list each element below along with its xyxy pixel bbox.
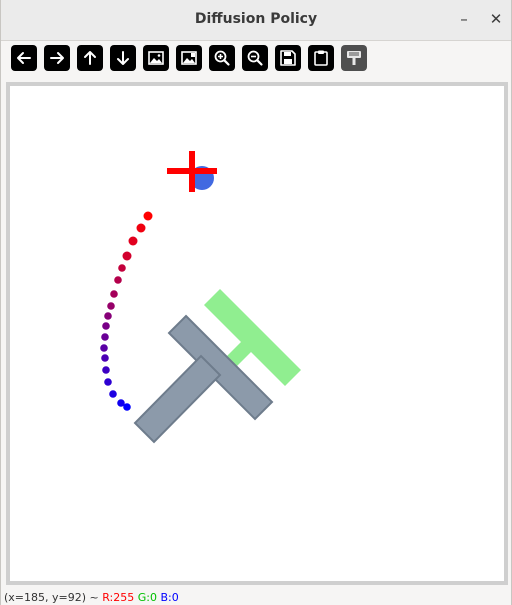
arrow-down-icon bbox=[117, 51, 129, 65]
zoom-image-button[interactable] bbox=[143, 45, 169, 71]
trajectory-point bbox=[102, 366, 110, 374]
arrow-right-icon bbox=[50, 52, 64, 64]
cursor-coordinates: (x=185, y=92) ~ bbox=[4, 591, 99, 604]
save-icon bbox=[280, 50, 296, 66]
app-window: Diffusion Policy – ✕ (x=185, y=92) ~ R:2… bbox=[0, 0, 512, 605]
status-bar: (x=185, y=92) ~ R:255 G:0 B:0 bbox=[4, 591, 179, 605]
t-block-stem bbox=[133, 354, 222, 444]
action-trajectory bbox=[100, 211, 153, 411]
copy-button[interactable] bbox=[308, 45, 334, 71]
zoom-out-button[interactable] bbox=[242, 45, 268, 71]
trajectory-point bbox=[104, 378, 112, 386]
zoom-in-icon bbox=[214, 50, 230, 66]
trajectory-point bbox=[128, 236, 138, 246]
trajectory-point bbox=[143, 211, 153, 221]
brush-icon bbox=[347, 51, 361, 65]
toolbar bbox=[11, 45, 367, 71]
pan-up-button[interactable] bbox=[77, 45, 103, 71]
pixel-red-value: R:255 bbox=[102, 591, 135, 604]
trajectory-point bbox=[117, 399, 125, 407]
clipboard-icon bbox=[314, 50, 328, 66]
trajectory-point bbox=[102, 322, 110, 330]
image-icon bbox=[148, 51, 164, 65]
arrow-left-icon bbox=[17, 52, 31, 64]
minimize-button[interactable]: – bbox=[453, 8, 475, 30]
trajectory-point bbox=[104, 312, 112, 320]
zoom-out-icon bbox=[247, 50, 263, 66]
trajectory-point bbox=[122, 251, 132, 261]
trajectory-point bbox=[136, 223, 146, 233]
window-title: Diffusion Policy bbox=[194, 11, 318, 27]
trajectory-point bbox=[101, 354, 109, 362]
zoom-in-button[interactable] bbox=[209, 45, 235, 71]
image-fit-icon bbox=[181, 51, 197, 65]
trajectory-point bbox=[109, 390, 117, 398]
pan-down-button[interactable] bbox=[110, 45, 136, 71]
image-canvas[interactable] bbox=[6, 82, 508, 585]
trajectory-point bbox=[114, 276, 122, 284]
zoom-image-fit-button[interactable] bbox=[176, 45, 202, 71]
trajectory-point bbox=[107, 302, 115, 310]
trajectory-point bbox=[100, 344, 108, 352]
pixel-blue-value: B:0 bbox=[160, 591, 179, 604]
pan-left-button[interactable] bbox=[11, 45, 37, 71]
trajectory-point bbox=[101, 333, 109, 341]
pan-right-button[interactable] bbox=[44, 45, 70, 71]
arrow-up-icon bbox=[84, 51, 96, 65]
properties-button[interactable] bbox=[341, 45, 367, 71]
pixel-green-value: G:0 bbox=[137, 591, 157, 604]
close-button[interactable]: ✕ bbox=[485, 8, 507, 30]
pusht-scene bbox=[100, 151, 301, 444]
trajectory-point bbox=[118, 264, 126, 272]
title-bar[interactable]: Diffusion Policy – ✕ bbox=[1, 0, 511, 41]
trajectory-point bbox=[110, 290, 118, 298]
save-button[interactable] bbox=[275, 45, 301, 71]
